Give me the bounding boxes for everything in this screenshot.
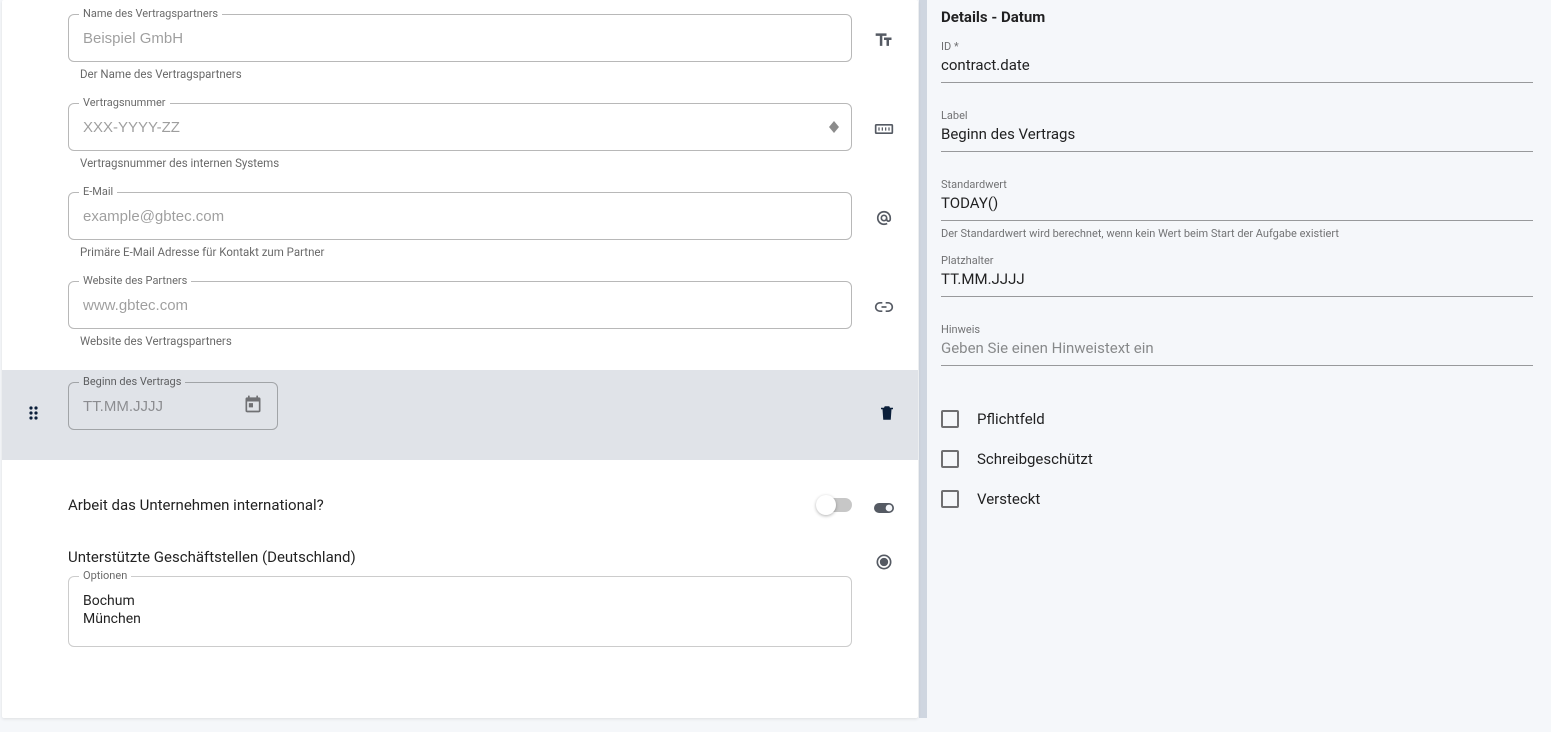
- option-item: München: [83, 611, 837, 629]
- option-item: Bochum: [83, 593, 837, 611]
- field-start-date[interactable]: Beginn des Vertrags: [2, 370, 918, 460]
- field-branches[interactable]: Unterstützte Geschäftstellen (Deutschlan…: [2, 538, 918, 653]
- field-partner-name[interactable]: Name des Vertragspartners Der Name des V…: [2, 0, 918, 97]
- options-label: Optionen: [79, 569, 131, 582]
- delete-button[interactable]: [878, 403, 896, 427]
- website-input[interactable]: [83, 297, 837, 314]
- calendar-icon[interactable]: [243, 394, 263, 418]
- details-pane: Details - Datum ID * contract.date Label…: [927, 0, 1551, 718]
- drag-handle-icon[interactable]: [28, 406, 42, 424]
- email-input[interactable]: [83, 208, 837, 225]
- field-hint: Vertragsnummer des internen Systems: [80, 156, 852, 170]
- link-icon: [872, 295, 896, 319]
- detail-label: ID *: [941, 40, 959, 53]
- detail-label: Standardwert: [941, 178, 1007, 191]
- detail-hint-input[interactable]: Geben Sie einen Hinweistext ein: [941, 339, 1533, 359]
- start-date-input[interactable]: [83, 398, 237, 415]
- field-contract-number[interactable]: Vertragsnummer Vertragsnummer des intern…: [2, 97, 918, 186]
- at-icon: [872, 206, 896, 230]
- detail-label: Hinweis: [941, 323, 980, 336]
- field-hint: Primäre E-Mail Adresse für Kontakt zum P…: [80, 245, 852, 259]
- field-label: Arbeit das Unternehmen international?: [68, 496, 324, 514]
- field-label: Name des Vertragspartners: [79, 7, 222, 20]
- field-label: Vertragsnummer: [79, 96, 170, 109]
- detail-placeholder-input[interactable]: TT.MM.JJJJ: [941, 270, 1533, 290]
- detail-hint-field[interactable]: Hinweis Geben Sie einen Hinweistext ein: [941, 323, 1533, 366]
- field-label: Website des Partners: [79, 274, 191, 287]
- detail-default-input[interactable]: TODAY(): [941, 194, 1533, 214]
- field-website[interactable]: Website des Partners Website des Vertrag…: [2, 275, 918, 370]
- hidden-checkbox-row[interactable]: Versteckt: [941, 490, 1533, 508]
- form-card: Name des Vertragspartners Der Name des V…: [2, 0, 918, 718]
- radio-icon: [872, 550, 896, 574]
- detail-id-input[interactable]: contract.date: [941, 56, 1533, 76]
- readonly-checkbox[interactable]: [941, 450, 959, 468]
- options-box[interactable]: Optionen Bochum München: [68, 576, 852, 647]
- details-header: Details - Datum: [941, 0, 1533, 40]
- pane-splitter[interactable]: [919, 0, 927, 718]
- number-icon: [872, 117, 896, 141]
- toggle-type-icon: [872, 496, 896, 520]
- number-stepper[interactable]: [829, 121, 839, 133]
- detail-label-field[interactable]: Label Beginn des Vertrags: [941, 109, 1533, 152]
- international-toggle[interactable]: [818, 498, 852, 512]
- detail-default-hint: Der Standardwert wird berechnet, wenn ke…: [941, 227, 1533, 240]
- field-hint: Der Name des Vertragspartners: [80, 67, 852, 81]
- hidden-checkbox[interactable]: [941, 490, 959, 508]
- required-checkbox[interactable]: [941, 410, 959, 428]
- detail-id-field[interactable]: ID * contract.date: [941, 40, 1533, 83]
- form-builder-pane: Name des Vertragspartners Der Name des V…: [0, 0, 919, 732]
- text-size-icon: [872, 28, 896, 52]
- checkbox-label: Pflichtfeld: [977, 410, 1045, 428]
- required-checkbox-row[interactable]: Pflichtfeld: [941, 410, 1533, 428]
- field-label: Beginn des Vertrags: [79, 375, 185, 388]
- detail-label: Platzhalter: [941, 254, 994, 267]
- checkbox-label: Schreibgeschützt: [977, 450, 1093, 468]
- contract-number-input[interactable]: [83, 119, 837, 136]
- detail-default-field[interactable]: Standardwert TODAY(): [941, 178, 1533, 221]
- field-hint: Website des Vertragspartners: [80, 334, 852, 348]
- readonly-checkbox-row[interactable]: Schreibgeschützt: [941, 450, 1533, 468]
- detail-label: Label: [941, 109, 968, 122]
- detail-label-input[interactable]: Beginn des Vertrags: [941, 125, 1533, 145]
- field-email[interactable]: E-Mail Primäre E-Mail Adresse für Kontak…: [2, 186, 918, 275]
- field-label: Unterstützte Geschäftstellen (Deutschlan…: [68, 548, 356, 566]
- detail-placeholder-field[interactable]: Platzhalter TT.MM.JJJJ: [941, 254, 1533, 297]
- field-label: E-Mail: [79, 185, 117, 198]
- partner-name-input[interactable]: [83, 30, 837, 47]
- field-international[interactable]: Arbeit das Unternehmen international?: [2, 460, 918, 538]
- checkbox-label: Versteckt: [977, 490, 1040, 508]
